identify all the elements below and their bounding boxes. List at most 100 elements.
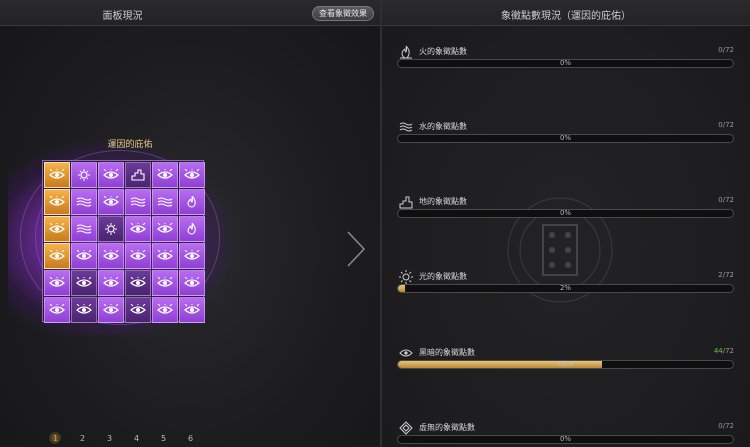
board-cell-3-5[interactable] (179, 243, 205, 269)
stat-percent: 0% (559, 59, 572, 67)
eye-icon (184, 250, 200, 262)
page-4[interactable]: 4 (123, 434, 150, 443)
board-cell-5-0[interactable] (44, 297, 70, 323)
stat-count: 0/72 (718, 121, 734, 129)
eye-icon (103, 277, 119, 289)
board-cell-4-2[interactable] (98, 270, 124, 296)
eye-icon (49, 277, 65, 289)
eye-icon (103, 196, 119, 208)
board-cell-0-3[interactable] (125, 162, 151, 188)
stat-percent: 0% (559, 209, 572, 217)
page-1[interactable]: 1 (42, 432, 69, 444)
stat-percent: 0% (559, 134, 572, 142)
eye-icon (157, 169, 173, 181)
board-cell-4-0[interactable] (44, 270, 70, 296)
eye-icon (49, 223, 65, 235)
eye-icon (157, 250, 173, 262)
board-cell-1-4[interactable] (152, 189, 178, 215)
board-cell-2-3[interactable] (125, 216, 151, 242)
eye-icon (157, 304, 173, 316)
stat-count: 44/72 (714, 347, 734, 355)
board-cell-2-5[interactable] (179, 216, 205, 242)
sun-icon (76, 169, 92, 181)
eye-icon (103, 169, 119, 181)
stat-max: /72 (722, 121, 734, 129)
board-cell-2-0[interactable] (44, 216, 70, 242)
board-cell-0-5[interactable] (179, 162, 205, 188)
stat-progress-bar: 0% (397, 59, 734, 68)
page-5[interactable]: 5 (150, 434, 177, 443)
fire-icon (184, 223, 200, 235)
board-cell-1-3[interactable] (125, 189, 151, 215)
board-cell-0-2[interactable] (98, 162, 124, 188)
stat-count: 0/72 (718, 422, 734, 430)
board-cell-0-1[interactable] (71, 162, 97, 188)
page-2[interactable]: 2 (69, 434, 96, 443)
water-icon (399, 119, 413, 133)
board-panel-header: 面板現況 查看象徵效果 (0, 0, 380, 26)
water-icon (76, 223, 92, 235)
water-icon (130, 196, 146, 208)
board-cell-0-4[interactable] (152, 162, 178, 188)
stat-progress-bar: 61% (397, 360, 734, 369)
stat-progress-bar: 2% (397, 284, 734, 293)
page-6[interactable]: 6 (177, 434, 204, 443)
board-cell-4-1[interactable] (71, 270, 97, 296)
eye-icon (76, 277, 92, 289)
eye-icon (103, 250, 119, 262)
earth-icon (130, 169, 146, 181)
board-page-selector: 123456 (42, 432, 204, 444)
board-cell-1-0[interactable] (44, 189, 70, 215)
eye-icon (76, 250, 92, 262)
view-effect-button[interactable]: 查看象徵效果 (312, 6, 374, 21)
board-cell-4-4[interactable] (152, 270, 178, 296)
board-cell-4-3[interactable] (125, 270, 151, 296)
eye-icon (49, 250, 65, 262)
board-cell-3-4[interactable] (152, 243, 178, 269)
board-cell-3-1[interactable] (71, 243, 97, 269)
eye-icon (130, 277, 146, 289)
board-cell-1-5[interactable] (179, 189, 205, 215)
board-title: 運因的庇佑 (107, 140, 153, 150)
stat-progress-bar: 0% (397, 435, 734, 444)
board-cell-4-5[interactable] (179, 270, 205, 296)
board-cell-5-1[interactable] (71, 297, 97, 323)
board-cell-5-2[interactable] (98, 297, 124, 323)
eye-icon (130, 223, 146, 235)
stat-progress-bar: 0% (397, 134, 734, 143)
chevron-right-icon (347, 231, 366, 267)
board-cell-3-2[interactable] (98, 243, 124, 269)
board-cell-3-3[interactable] (125, 243, 151, 269)
stat-max: /72 (722, 46, 734, 54)
board-cell-2-4[interactable] (152, 216, 178, 242)
eye-icon (184, 277, 200, 289)
eye-icon (157, 277, 173, 289)
symbol-points-header: 象徵點數現況（運因的庇佑） (382, 0, 750, 26)
void-icon (399, 420, 413, 435)
stat-name: 光的象徵點數 (419, 272, 467, 281)
fire-icon (399, 44, 413, 59)
stat-count: 0/72 (718, 196, 734, 204)
earth-icon (399, 194, 413, 209)
sun-icon (103, 223, 119, 235)
board-cell-3-0[interactable] (44, 243, 70, 269)
water-icon (157, 196, 173, 208)
eye-icon (103, 304, 119, 316)
board-cell-2-2[interactable] (98, 216, 124, 242)
stat-progress-bar: 0% (397, 209, 734, 218)
board-cell-5-4[interactable] (152, 297, 178, 323)
eye-icon (130, 250, 146, 262)
eye-icon (130, 304, 146, 316)
stat-max: /72 (722, 422, 734, 430)
board-cell-1-2[interactable] (98, 189, 124, 215)
board-cell-1-1[interactable] (71, 189, 97, 215)
board-cell-5-5[interactable] (179, 297, 205, 323)
symbol-points-title: 象徵點數現況（運因的庇佑） (501, 11, 631, 22)
board-cell-5-3[interactable] (125, 297, 151, 323)
stat-percent: 2% (559, 284, 572, 292)
symbol-board-grid (42, 160, 205, 323)
page-3[interactable]: 3 (96, 434, 123, 443)
board-cell-2-1[interactable] (71, 216, 97, 242)
board-cell-0-0[interactable] (44, 162, 70, 188)
stat-count: 0/72 (718, 46, 734, 54)
